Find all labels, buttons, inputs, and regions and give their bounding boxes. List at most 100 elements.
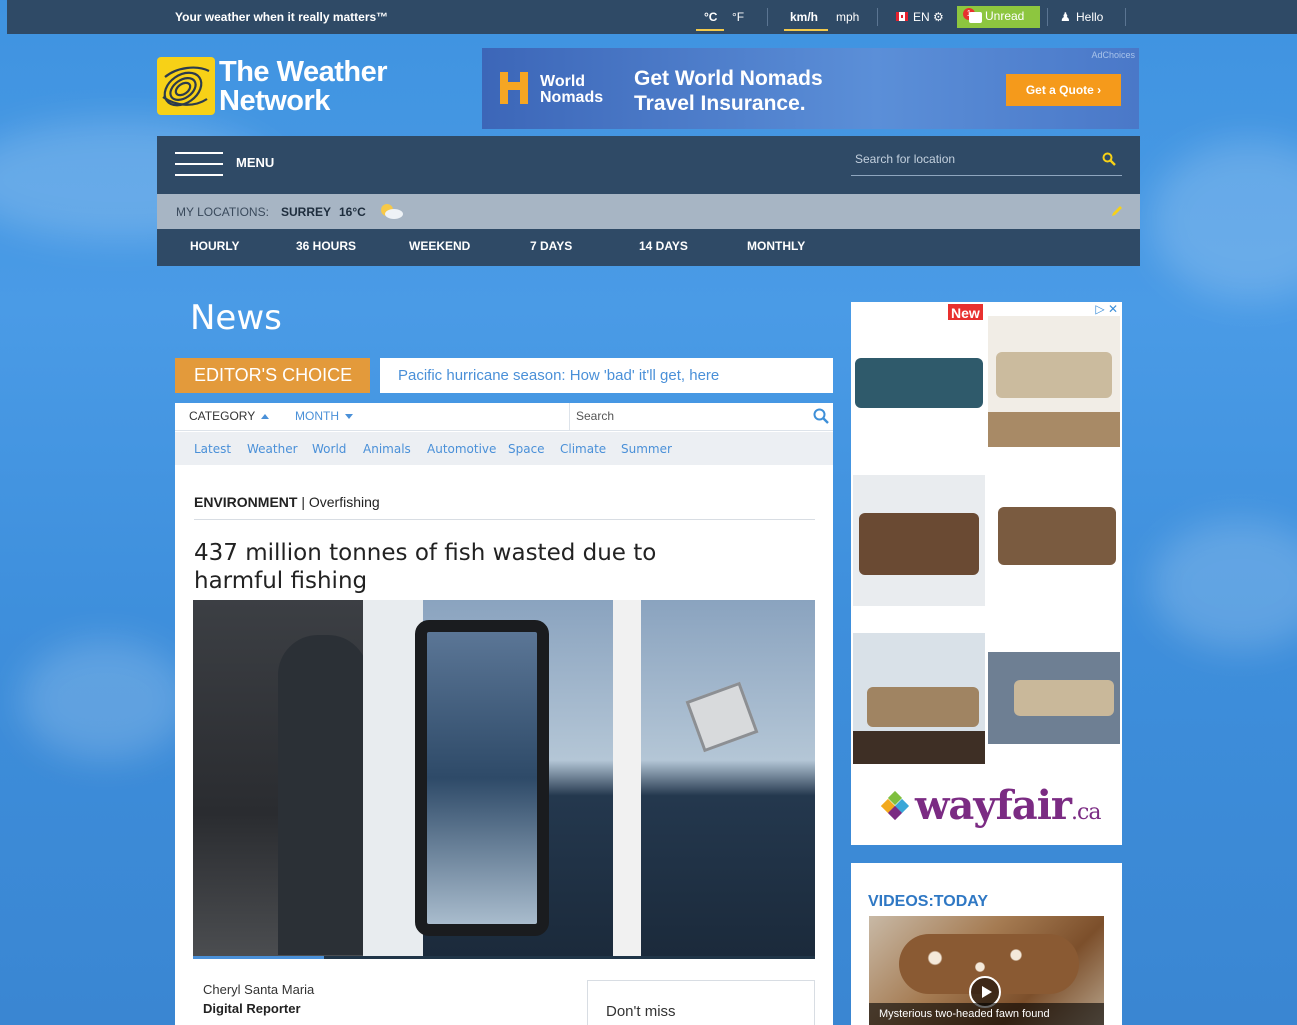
product-image[interactable] (988, 475, 1120, 606)
product-image[interactable] (988, 316, 1120, 447)
world-nomads-logo-icon (500, 72, 528, 104)
editors-choice-link[interactable]: Pacific hurricane season: How 'bad' it'l… (380, 358, 833, 393)
cloud (1150, 520, 1297, 650)
tab-7-days[interactable]: 7 DAYS (530, 239, 572, 253)
search-icon[interactable] (813, 408, 829, 424)
divider (877, 8, 878, 26)
side-ad-wayfair[interactable]: New ▷ ✕ wayfair.ca (851, 302, 1122, 845)
banner-brand-line-1: World (540, 73, 586, 90)
adchoices-label[interactable]: AdChoices (1091, 50, 1135, 60)
search-icon[interactable] (1102, 152, 1116, 166)
location-search (851, 146, 1122, 176)
news-search-input[interactable] (570, 403, 790, 429)
unread-button[interactable]: 1 Unread (957, 6, 1040, 28)
editors-choice-label: EDITOR'S CHOICE (175, 358, 370, 393)
edit-pencil-icon[interactable] (1110, 204, 1124, 218)
gear-icon[interactable]: ⚙ (933, 10, 944, 24)
unread-label: Unread (985, 9, 1025, 23)
news-search (569, 403, 833, 431)
category-summer[interactable]: Summer (621, 442, 672, 456)
videos-heading[interactable]: VIDEOS:TODAY (868, 893, 988, 911)
unit-fahrenheit[interactable]: °F (732, 10, 744, 24)
month-filter[interactable]: MONTH (295, 409, 353, 423)
tab-14-days[interactable]: 14 DAYS (639, 239, 688, 253)
logo-line-1: The Weather (219, 56, 388, 88)
my-locations-label: MY LOCATIONS: (176, 205, 269, 219)
ad-close-icon[interactable]: ▷ ✕ (1095, 302, 1118, 316)
banner-headline: Get World Nomads Travel Insurance. (634, 66, 823, 116)
floor (988, 412, 1120, 447)
forecast-nav: HOURLY 36 HOURS WEEKEND 7 DAYS 14 DAYS M… (157, 229, 1140, 266)
divider (1125, 8, 1126, 26)
my-locations-bar: MY LOCATIONS: SURREY 16°C (157, 194, 1140, 229)
menu-label[interactable]: MENU (236, 155, 274, 170)
tab-36-hours[interactable]: 36 HOURS (296, 239, 356, 253)
section-link[interactable]: ENVIRONMENT (194, 494, 297, 510)
month-filter-label: MONTH (295, 409, 339, 423)
unit-kmh[interactable]: km/h (790, 10, 818, 24)
wayfair-wordmark-suffix: .ca (1071, 800, 1101, 825)
main-menu-bar: MENU (157, 136, 1140, 194)
tab-weekend[interactable]: WEEKEND (409, 239, 470, 253)
logo-line-2: Network (219, 85, 330, 117)
category-filter-label: CATEGORY (189, 409, 256, 423)
video-frame-cabin-wall (363, 600, 423, 956)
location-temp[interactable]: 16°C (339, 205, 366, 219)
cloud (20, 640, 190, 760)
category-filter[interactable]: CATEGORY (189, 409, 270, 423)
category-world[interactable]: World (312, 442, 346, 456)
unit-celsius[interactable]: °C (704, 10, 717, 24)
floor (853, 731, 985, 764)
user-greeting[interactable]: Hello (1076, 10, 1103, 24)
wayfair-logo-icon (881, 791, 910, 821)
category-automotive[interactable]: Automotive (427, 442, 496, 456)
category-climate[interactable]: Climate (560, 442, 606, 456)
divider (1047, 8, 1048, 26)
banner-headline-line-2: Travel Insurance. (634, 92, 806, 115)
article-card: CATEGORY MONTH Latest Weather World Anim… (175, 403, 833, 1025)
wayfair-wordmark-text: wayfair (915, 782, 1072, 829)
divider (767, 8, 768, 26)
news-filters: CATEGORY MONTH (175, 403, 833, 431)
product-image[interactable] (988, 652, 1120, 744)
cloud (1150, 140, 1297, 300)
product-image[interactable] (853, 320, 985, 451)
sofa-image (859, 513, 979, 575)
article-video-player[interactable] (193, 600, 815, 959)
video-frame-person (278, 635, 368, 955)
video-caption: Mysterious two-headed fawn found (869, 1003, 1104, 1025)
subsection-link[interactable]: | Overfishing (301, 494, 379, 510)
location-city[interactable]: SURREY (281, 205, 331, 219)
get-quote-button[interactable]: Get a Quote › (1006, 74, 1121, 106)
site-logo-text[interactable]: The Weather Network (219, 56, 388, 117)
category-space[interactable]: Space (508, 442, 545, 456)
location-search-input[interactable] (851, 146, 1081, 172)
banner-headline-line-1: Get World Nomads (634, 67, 823, 90)
divider (194, 519, 815, 520)
video-thumbnail[interactable]: Mysterious two-headed fawn found (869, 916, 1104, 1025)
video-progress-bar[interactable] (193, 956, 815, 959)
author-name[interactable]: Cheryl Santa Maria (203, 982, 314, 997)
tagline: Your weather when it really matters™ (175, 10, 389, 24)
tab-monthly[interactable]: MONTHLY (747, 239, 805, 253)
category-weather[interactable]: Weather (247, 442, 298, 456)
language-selector[interactable]: EN (913, 10, 930, 24)
page-title: News (190, 298, 282, 338)
chevron-up-icon (261, 414, 270, 420)
partly-sunny-icon (381, 204, 403, 219)
product-image[interactable] (853, 633, 985, 764)
wayfair-wordmark: wayfair.ca (915, 782, 1101, 829)
category-animals[interactable]: Animals (363, 442, 411, 456)
product-image[interactable] (853, 475, 985, 606)
video-frame-pillar (613, 600, 641, 956)
article-headline: 437 million tonnes of fish wasted due to… (194, 540, 657, 594)
top-banner-ad[interactable]: AdChoices World Nomads Get World Nomads … (482, 48, 1139, 129)
category-latest[interactable]: Latest (194, 442, 231, 456)
hamburger-menu-icon[interactable] (175, 152, 223, 176)
chat-icon (969, 12, 982, 23)
weather-network-logo-icon[interactable] (157, 57, 215, 115)
tab-hourly[interactable]: HOURLY (190, 239, 240, 253)
unit-mph[interactable]: mph (836, 10, 859, 24)
article-breadcrumb: ENVIRONMENT | Overfishing (194, 494, 380, 510)
unit-active-indicator (696, 29, 724, 31)
